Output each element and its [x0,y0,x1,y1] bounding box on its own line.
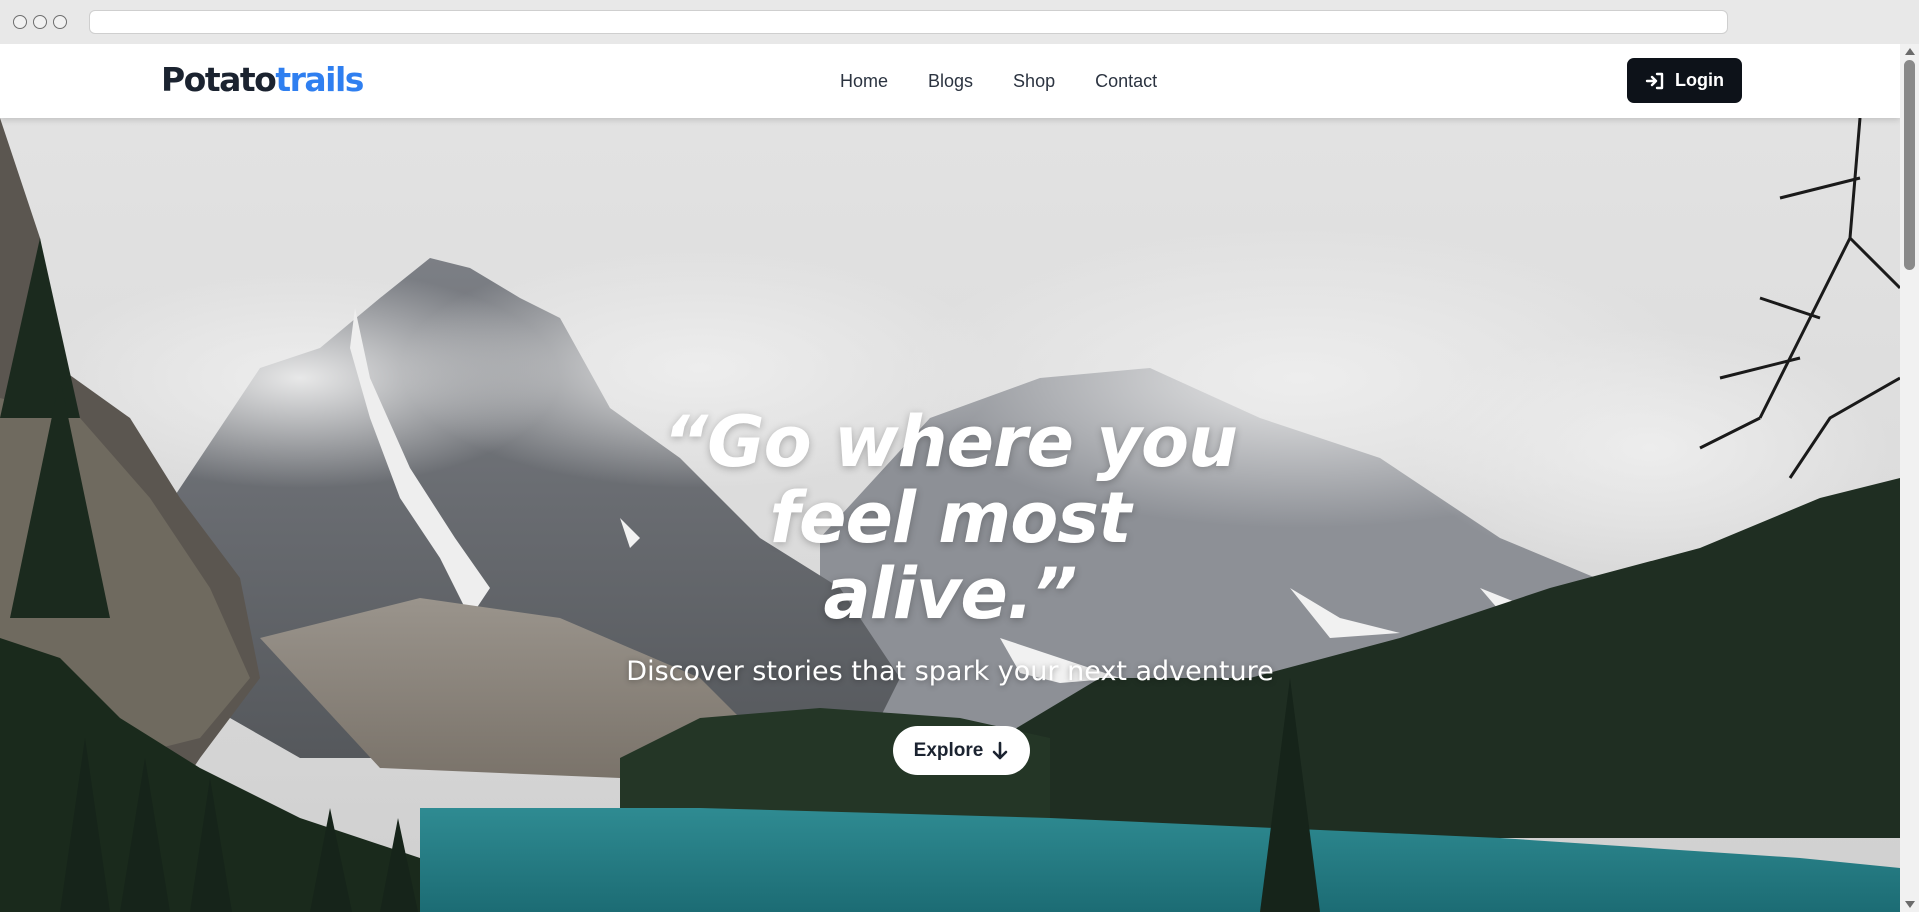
nav-link-home[interactable]: Home [840,71,888,92]
scrollbar-thumb[interactable] [1904,60,1915,270]
hero-subtitle: Discover stories that spark your next ad… [626,656,1274,687]
login-arrow-icon [1645,72,1664,89]
login-button-label: Login [1675,70,1724,90]
window-maximize-dot[interactable] [53,15,67,29]
window-close-dot[interactable] [13,15,27,29]
window-minimize-dot[interactable] [33,15,47,29]
nav-link-shop[interactable]: Shop [1013,71,1055,92]
page-scrollbar[interactable] [1900,44,1919,912]
address-bar[interactable] [89,10,1728,34]
page-viewport: “Go where you feel most alive.” Discover… [0,44,1900,912]
logo-text-potato: Potato [161,60,277,99]
arrow-down-icon [993,741,1008,759]
logo-text-trails: trails [275,60,364,99]
explore-button-label: Explore [913,739,984,761]
hero-quote: “Go where you feel most alive.” [663,401,1238,635]
main-nav: Home Blogs Shop Contact [840,44,1157,118]
nav-link-contact[interactable]: Contact [1095,71,1157,92]
scroll-up-arrow-icon[interactable] [1905,48,1915,55]
nav-link-blogs[interactable]: Blogs [928,71,973,92]
site-logo[interactable]: Potatotrails [161,60,364,100]
scroll-down-arrow-icon[interactable] [1905,901,1915,908]
login-button[interactable]: Login [1627,58,1742,103]
browser-chrome [0,0,1919,44]
explore-button[interactable]: Explore [893,726,1030,775]
site-navbar: Potatotrails Home Blogs Shop Contact Log… [0,44,1900,118]
hero-section: “Go where you feel most alive.” Discover… [0,118,1900,912]
